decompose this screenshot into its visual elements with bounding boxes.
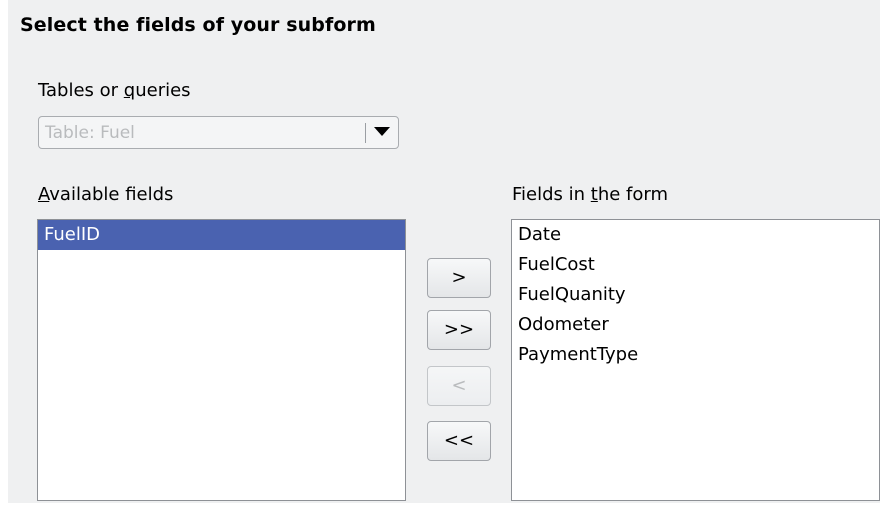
available-fields-list[interactable]: FuelID [37,219,406,501]
fields-in-form-list[interactable]: Date FuelCost FuelQuanity Odometer Payme… [511,219,880,501]
move-all-left-button[interactable]: << [427,421,491,461]
form-field-item[interactable]: FuelCost [512,250,879,280]
page-title: Select the fields of your subform [20,14,376,36]
available-fields-label-post: vailable fields [49,184,174,205]
tables-queries-dropdown[interactable]: Table: Fuel [38,116,399,149]
available-field-item[interactable]: FuelID [38,220,405,250]
move-selected-left-button[interactable]: < [427,366,491,406]
subform-fields-panel: Select the fields of your subform Tables… [8,0,880,503]
available-fields-label-mnemonic: A [38,184,50,205]
tables-queries-value: Table: Fuel [45,123,135,143]
fields-in-form-label-mnemonic: t [590,184,598,205]
chevron-down-icon [374,127,390,136]
form-field-item[interactable]: Date [512,220,879,250]
tables-queries-label-post: ueries [135,80,191,101]
fields-in-form-label-pre: Fields in [512,184,591,205]
tables-queries-label-mnemonic: q [123,80,136,101]
fields-in-form-label-post: he form [597,184,669,205]
form-field-item[interactable]: PaymentType [512,340,879,370]
move-selected-right-button[interactable]: > [427,258,491,298]
form-field-item[interactable]: Odometer [512,310,879,340]
fields-in-form-label: Fields in the form [512,184,668,205]
form-field-item[interactable]: FuelQuanity [512,280,879,310]
available-fields-label: Available fields [38,184,173,205]
dropdown-toggle-button[interactable] [366,117,398,148]
tables-queries-label-pre: Tables or [38,80,124,101]
tables-queries-label: Tables or queries [38,80,191,101]
move-all-right-button[interactable]: >> [427,310,491,350]
